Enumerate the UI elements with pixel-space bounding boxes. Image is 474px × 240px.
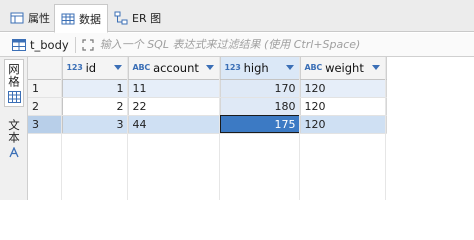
text-view-button[interactable]: 文本 bbox=[4, 119, 24, 167]
table-row-selected[interactable]: 3 3 44 175 120 bbox=[28, 115, 387, 134]
cell-high[interactable]: 170 bbox=[220, 79, 301, 98]
numeric-type-icon: 123 bbox=[224, 63, 241, 73]
cell-id[interactable]: 1 bbox=[62, 79, 129, 98]
header-row: 123 id ABC account 123 high ABC weight bbox=[28, 57, 387, 80]
tab-label: 属性 bbox=[28, 12, 50, 25]
editor-tab-bar: 属性 数据 ER 图 bbox=[0, 0, 474, 33]
column-header-account[interactable]: ABC account bbox=[128, 57, 221, 80]
cell-weight[interactable]: 120 bbox=[300, 97, 387, 116]
table-name: t_body bbox=[30, 37, 69, 52]
er-diagram-icon bbox=[114, 11, 128, 25]
table-row[interactable]: 2 2 22 180 120 bbox=[28, 97, 387, 116]
cell-high-focused[interactable]: 175 bbox=[220, 115, 301, 134]
tab-label: ER 图 bbox=[132, 12, 162, 25]
row-number[interactable]: 1 bbox=[28, 79, 63, 98]
column-gridline bbox=[127, 57, 128, 200]
properties-icon bbox=[10, 11, 24, 25]
text-view-label: 文本 bbox=[7, 119, 21, 144]
grid-view-button[interactable]: 网格 bbox=[4, 59, 24, 107]
presentation-switcher: 网格 文本 bbox=[0, 57, 28, 200]
tab-label: 数据 bbox=[79, 12, 101, 26]
column-header-high[interactable]: 123 high bbox=[220, 57, 301, 80]
grid-icon bbox=[7, 91, 21, 103]
column-name: high bbox=[243, 60, 269, 75]
cell-id[interactable]: 3 bbox=[62, 115, 129, 134]
grid-view-label: 网格 bbox=[7, 63, 21, 88]
table-icon bbox=[12, 38, 26, 51]
divider bbox=[74, 36, 76, 53]
row-number[interactable]: 2 bbox=[28, 97, 63, 116]
text-type-icon: ABC bbox=[132, 63, 151, 73]
tab-er-diagram[interactable]: ER 图 bbox=[108, 4, 167, 32]
cell-account[interactable]: 22 bbox=[128, 97, 221, 116]
cell-account[interactable]: 44 bbox=[128, 115, 221, 134]
filter-bar: t_body bbox=[0, 33, 474, 57]
cell-weight[interactable]: 120 bbox=[300, 115, 387, 134]
column-name: weight bbox=[325, 60, 364, 75]
results-grid: 123 id ABC account 123 high ABC weight 1… bbox=[28, 57, 474, 200]
column-name: id bbox=[85, 60, 97, 75]
sort-arrow-icon[interactable] bbox=[113, 65, 122, 71]
text-type-icon: ABC bbox=[304, 63, 323, 73]
table-row[interactable]: 1 1 11 170 120 bbox=[28, 79, 387, 98]
column-gridline bbox=[61, 57, 62, 200]
data-grid-icon bbox=[61, 12, 75, 26]
sort-arrow-icon[interactable] bbox=[205, 65, 214, 71]
cell-high[interactable]: 180 bbox=[220, 97, 301, 116]
tab-data[interactable]: 数据 bbox=[54, 4, 108, 33]
results-table: 123 id ABC account 123 high ABC weight 1… bbox=[28, 57, 387, 134]
column-header-weight[interactable]: ABC weight bbox=[300, 57, 387, 80]
row-number-header bbox=[28, 57, 63, 80]
column-header-id[interactable]: 123 id bbox=[62, 57, 129, 80]
column-gridline bbox=[299, 57, 300, 200]
sort-arrow-icon[interactable] bbox=[371, 65, 380, 71]
column-gridline bbox=[219, 57, 220, 200]
text-view-icon bbox=[8, 146, 21, 159]
row-number[interactable]: 3 bbox=[28, 115, 63, 134]
expand-icon[interactable] bbox=[82, 38, 94, 51]
cell-id[interactable]: 2 bbox=[62, 97, 129, 116]
numeric-type-icon: 123 bbox=[66, 63, 83, 73]
cell-account[interactable]: 11 bbox=[128, 79, 221, 98]
column-gridline bbox=[385, 57, 386, 200]
cell-weight[interactable]: 120 bbox=[300, 79, 387, 98]
sort-arrow-icon[interactable] bbox=[285, 65, 294, 71]
tab-properties[interactable]: 属性 bbox=[4, 4, 56, 32]
filter-input[interactable] bbox=[99, 35, 474, 54]
column-name: account bbox=[153, 60, 199, 75]
